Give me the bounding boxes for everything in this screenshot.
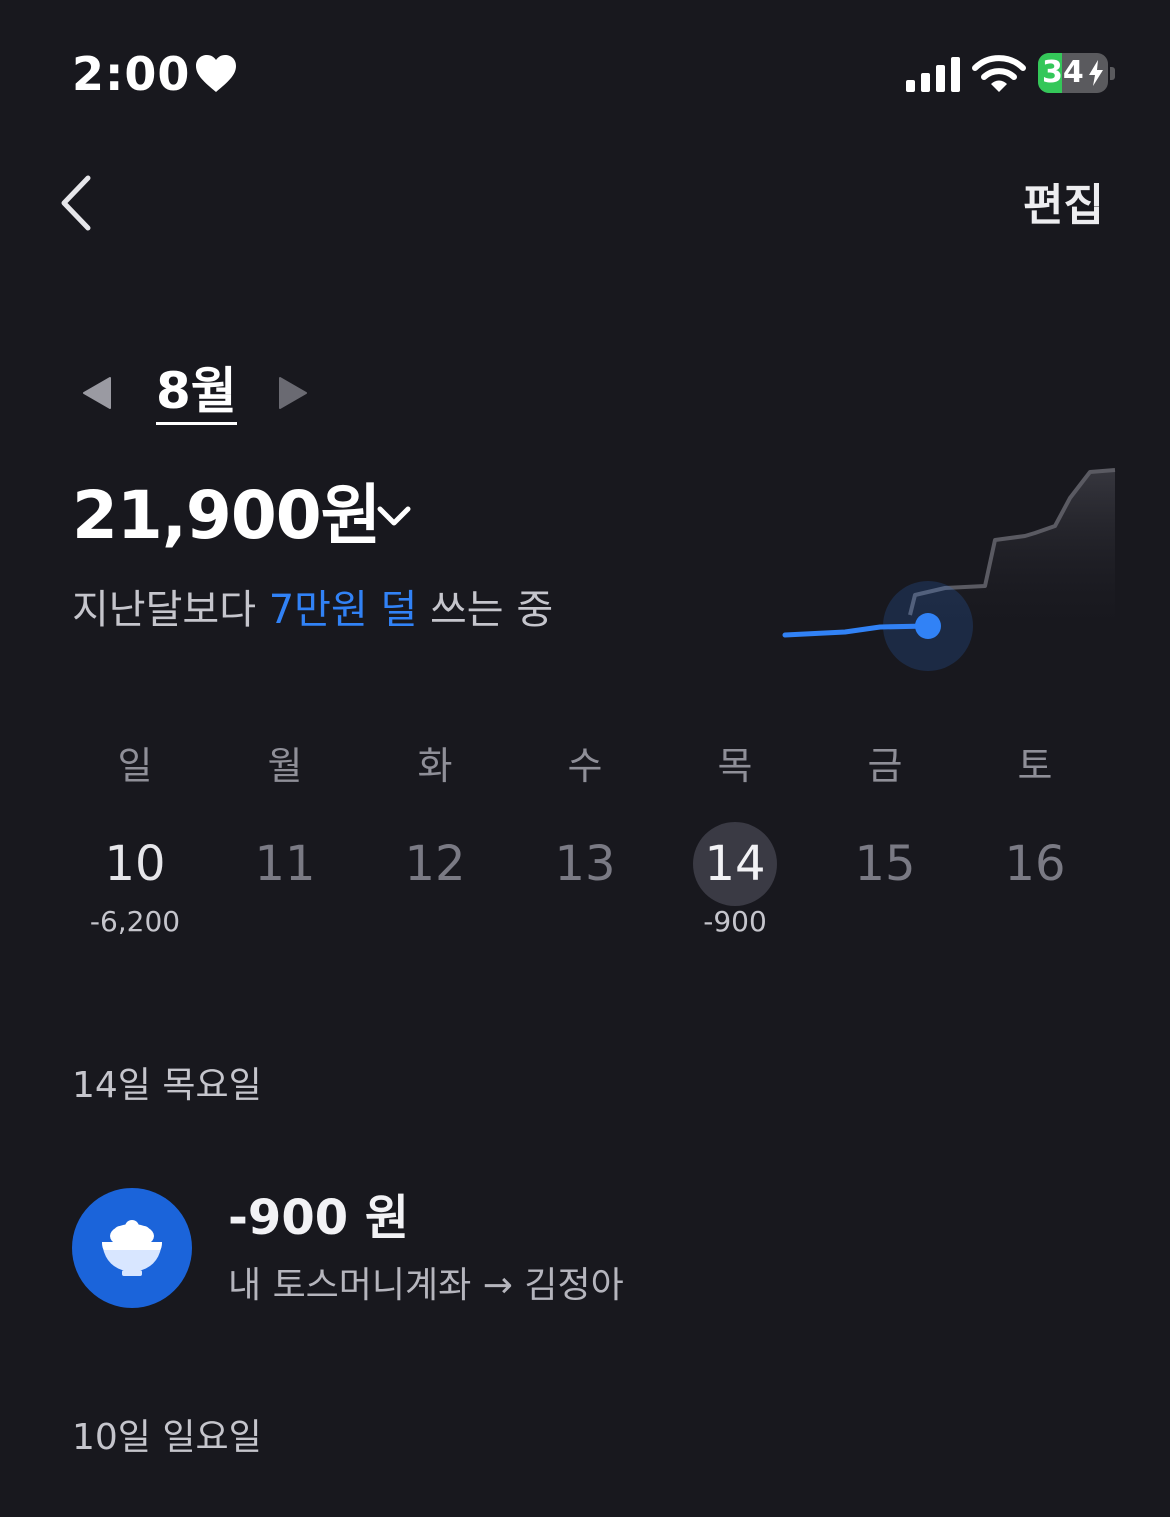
battery-percent: 34 bbox=[1042, 55, 1084, 90]
date-section-heading: 14일 목요일 bbox=[72, 1065, 262, 1106]
week-calendar: 일 10 -6,200 월 11 화 12 수 13 목 14 -900 금 15 토 16 bbox=[60, 740, 1110, 960]
day-number[interactable]: 12 bbox=[393, 822, 477, 906]
day-number[interactable]: 16 bbox=[993, 822, 1077, 906]
weekday-label: 목 bbox=[717, 744, 753, 788]
day-amount: -900 bbox=[703, 905, 767, 938]
weekday-label: 월 bbox=[267, 744, 303, 788]
comparison-text: 지난달보다 7만원 덜 쓰는 중 bbox=[72, 584, 553, 636]
previous-month-icon[interactable] bbox=[82, 376, 112, 410]
wifi-icon bbox=[972, 55, 1026, 92]
day-number[interactable]: 10 bbox=[93, 822, 177, 906]
monthly-total-amount: 21,900원 bbox=[72, 477, 381, 554]
day-column: 화 12 bbox=[360, 740, 510, 960]
month-label[interactable]: 8월 bbox=[156, 360, 237, 425]
edit-button[interactable]: 편집 bbox=[1023, 178, 1104, 234]
weekday-label: 수 bbox=[567, 744, 603, 788]
comparison-suffix: 쓰는 중 bbox=[417, 587, 554, 633]
day-column: 목 14 -900 bbox=[660, 740, 810, 960]
comparison-prefix: 지난달보다 bbox=[72, 587, 269, 633]
cellular-signal-icon bbox=[906, 57, 960, 92]
weekday-label: 화 bbox=[417, 744, 453, 788]
spending-sparkline bbox=[782, 468, 1116, 671]
charging-bolt-icon bbox=[1089, 60, 1103, 86]
chevron-down-icon[interactable] bbox=[374, 498, 414, 534]
heart-icon bbox=[196, 55, 236, 92]
day-column: 일 10 -6,200 bbox=[60, 740, 210, 960]
day-number[interactable]: 13 bbox=[543, 822, 627, 906]
rice-bowl-icon bbox=[72, 1188, 192, 1308]
day-number[interactable]: 11 bbox=[243, 822, 327, 906]
status-time: 2:00 bbox=[72, 47, 191, 101]
day-column: 토 16 bbox=[960, 740, 1110, 960]
day-number[interactable]: 14 bbox=[693, 822, 777, 906]
battery-indicator: 34 bbox=[1038, 53, 1116, 95]
day-column: 수 13 bbox=[510, 740, 660, 960]
day-column: 월 11 bbox=[210, 740, 360, 960]
current-point bbox=[915, 613, 941, 639]
day-number[interactable]: 15 bbox=[843, 822, 927, 906]
comparison-highlight: 7만원 덜 bbox=[268, 587, 418, 633]
weekday-label: 토 bbox=[1017, 744, 1053, 788]
weekday-label: 금 bbox=[867, 744, 903, 788]
transaction-description: 내 토스머니계좌 → 김정아 bbox=[228, 1265, 624, 1306]
weekday-label: 일 bbox=[117, 744, 153, 788]
transaction-item[interactable]: -900 원 내 토스머니계좌 → 김정아 bbox=[72, 1188, 1102, 1312]
back-chevron-icon[interactable] bbox=[56, 172, 100, 234]
next-month-icon[interactable] bbox=[278, 376, 308, 410]
transaction-amount: -900 원 bbox=[228, 1190, 409, 1246]
day-column: 금 15 bbox=[810, 740, 960, 960]
date-section-heading: 10일 일요일 bbox=[72, 1417, 262, 1458]
day-amount: -6,200 bbox=[89, 905, 181, 938]
